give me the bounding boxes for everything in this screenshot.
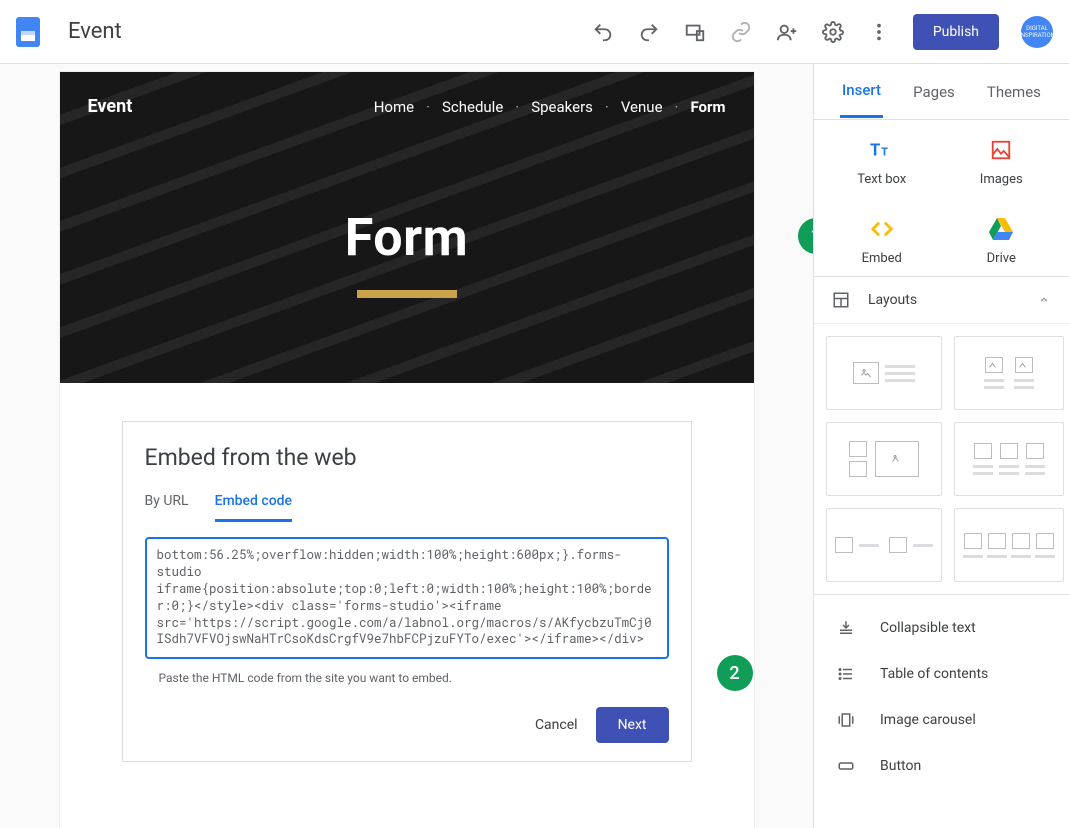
next-button[interactable]: Next [596,707,669,743]
annotation-badge-1: 1 [798,218,814,254]
more-icon[interactable] [867,20,891,44]
button-icon [836,757,856,775]
redo-icon[interactable] [637,20,661,44]
document-title[interactable]: Event [68,19,122,44]
settings-icon[interactable] [821,20,845,44]
account-avatar[interactable]: DIGITAL INSPIRATION [1021,16,1053,48]
section-label: Image carousel [880,712,976,728]
insert-embed[interactable]: Embed [822,217,942,266]
image-icon [989,138,1013,162]
nav-link[interactable]: Speakers [531,98,593,116]
undo-icon[interactable] [591,20,615,44]
insert-item-label: Text box [857,172,906,187]
insert-image-carousel[interactable]: Image carousel [814,697,1069,743]
embed-code-input[interactable] [145,537,669,659]
panel-tab-themes[interactable]: Themes [985,67,1043,117]
page-canvas[interactable]: Event Home· Schedule· Speakers· Venue· F… [60,72,754,828]
panel-tab-insert[interactable]: Insert [840,65,883,118]
nav-link-current[interactable]: Form [690,98,725,116]
layout-option[interactable] [826,336,942,410]
drive-icon [989,217,1013,241]
svg-text:T: T [881,146,888,159]
preview-icon[interactable] [683,20,707,44]
app-logo-icon [16,17,40,47]
embed-hint-text: Paste the HTML code from the site you wa… [159,671,669,685]
site-nav: Home· Schedule· Speakers· Venue· Form [374,98,726,116]
layouts-header[interactable]: Layouts [814,277,1069,324]
collapsible-text-icon [836,619,856,637]
share-icon[interactable] [775,20,799,44]
section-label: Button [880,758,921,774]
layout-option[interactable] [954,336,1064,410]
embed-tab-by-url[interactable]: By URL [145,493,189,522]
annotation-badge-2: 2 [717,655,753,691]
toc-icon [836,665,856,683]
section-label: Collapsible text [880,620,976,636]
insert-item-label: Drive [987,251,1016,266]
embed-tab-embed-code[interactable]: Embed code [215,493,292,522]
insert-sections: Collapsible text Table of contents Image… [814,595,1069,799]
page-heading[interactable]: Form [88,207,726,268]
layout-option[interactable] [954,508,1064,582]
insert-button[interactable]: Button [814,743,1069,789]
insert-item-label: Embed [862,251,902,266]
embed-dialog-title: Embed from the web [145,444,669,471]
layout-option[interactable] [826,422,942,496]
layout-option[interactable] [954,422,1064,496]
cancel-button[interactable]: Cancel [535,717,578,733]
collapse-icon[interactable] [1037,293,1051,307]
editor-canvas-area: Event Home· Schedule· Speakers· Venue· F… [0,64,813,828]
insert-text-box[interactable]: TT Text box [822,138,942,187]
insert-table-of-contents[interactable]: Table of contents [814,651,1069,697]
heading-underline [357,290,457,298]
insert-item-label: Images [980,172,1023,187]
page-header[interactable]: Event Home· Schedule· Speakers· Venue· F… [60,72,754,383]
nav-link[interactable]: Venue [621,98,663,116]
insert-images[interactable]: Images [942,138,1062,187]
link-icon[interactable] [729,20,753,44]
app-toolbar: Event Publish DIGITAL INSPIRATION [0,0,1069,64]
carousel-icon [836,711,856,729]
side-panel: Insert Pages Themes TT Text box Images [813,64,1069,828]
text-box-icon: TT [870,138,894,162]
site-title[interactable]: Event [88,96,133,117]
layouts-grid [814,324,1069,595]
section-label: Table of contents [880,666,988,682]
embed-icon [870,217,894,241]
layout-option[interactable] [826,508,942,582]
panel-tab-pages[interactable]: Pages [911,67,957,117]
svg-text:T: T [870,142,880,160]
embed-dialog: Embed from the web By URL Embed code Pas… [122,421,692,762]
nav-link[interactable]: Home [374,98,414,116]
layouts-icon [832,291,850,309]
publish-button[interactable]: Publish [913,14,999,50]
insert-drive[interactable]: Drive [942,217,1062,266]
layouts-label: Layouts [868,292,917,308]
insert-collapsible-text[interactable]: Collapsible text [814,605,1069,651]
nav-link[interactable]: Schedule [442,98,503,116]
